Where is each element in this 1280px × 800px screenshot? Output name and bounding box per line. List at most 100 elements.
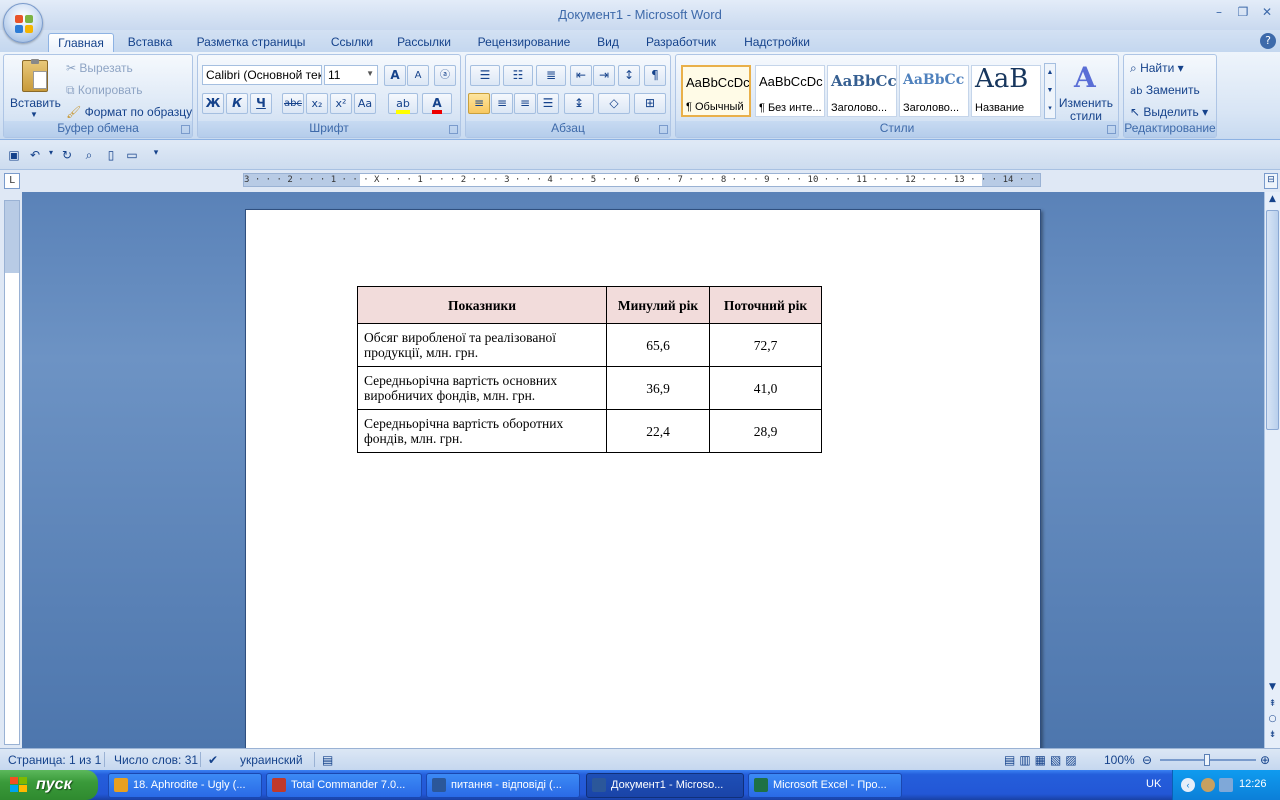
document-page[interactable]: Показники Минулий рік Поточний рік Обсяг… [245, 209, 1041, 748]
align-left-icon[interactable]: ≡ [468, 93, 490, 114]
zoom-slider-handle[interactable] [1204, 754, 1210, 766]
styles-scroll[interactable]: ▲ ▼ ▾ [1044, 63, 1056, 119]
style-heading-2[interactable]: AaBbCc Заголово... [899, 65, 969, 117]
show-marks-icon[interactable]: ¶ [644, 65, 666, 86]
font-color-button[interactable]: A [422, 93, 452, 114]
open-folder-icon[interactable]: ▭ [124, 148, 140, 164]
grow-font-button[interactable]: A [384, 65, 406, 86]
tab-view[interactable]: Вид [588, 33, 628, 52]
save-icon[interactable]: ▣ [6, 148, 22, 164]
tab-page-layout[interactable]: Разметка страницы [190, 33, 312, 52]
tray-app-icon[interactable] [1201, 778, 1215, 792]
help-icon[interactable]: ? [1260, 33, 1276, 49]
style-normal[interactable]: AaBbCcDc ¶ Обычный [681, 65, 751, 117]
tab-references[interactable]: Ссылки [322, 33, 382, 52]
scroll-up-icon[interactable]: ▲ [1265, 194, 1280, 208]
select-browse-object-icon[interactable]: ○ [1265, 714, 1280, 728]
font-dialog-launcher[interactable] [449, 125, 458, 134]
font-name-combobox[interactable]: Calibri (Основной текст) [202, 65, 322, 85]
data-table[interactable]: Показники Минулий рік Поточний рік Обсяг… [357, 286, 822, 453]
table-cell[interactable]: Середньорічна вартість оборотних фондів,… [357, 409, 607, 453]
redo-icon[interactable]: ↻ [59, 148, 75, 164]
borders-icon[interactable]: ⊞ [634, 93, 666, 114]
tab-mailings[interactable]: Рассылки [390, 33, 458, 52]
table-cell[interactable]: Обсяг виробленої та реалізованої продукц… [357, 323, 607, 367]
highlight-color-button[interactable]: ab [388, 93, 418, 114]
macro-record-icon[interactable]: ▤ [322, 753, 333, 767]
font-size-combobox[interactable]: 11 ▼ [324, 65, 378, 85]
view-buttons[interactable]: ▤▥▦▧▨ [1004, 753, 1081, 767]
close-button[interactable]: ✕ [1256, 5, 1278, 23]
taskbar-item-excel[interactable]: Microsoft Excel - Про... [748, 773, 902, 798]
bullets-icon[interactable]: ☰ [470, 65, 500, 86]
replace-button[interactable]: ab Заменить [1130, 83, 1200, 97]
style-title[interactable]: AaB Название [971, 65, 1041, 117]
shading-icon[interactable]: ◇ [598, 93, 630, 114]
zoom-in-icon[interactable]: ⊕ [1260, 753, 1270, 767]
undo-dropdown-icon[interactable]: ▾ [43, 148, 59, 164]
taskbar-item-document1[interactable]: Документ1 - Microso... [586, 773, 744, 798]
clock[interactable]: 12:26 [1239, 778, 1267, 790]
tab-addins[interactable]: Надстройки [734, 33, 820, 52]
table-header-cell[interactable]: Поточний рік [709, 286, 822, 324]
table-cell[interactable]: 28,9 [709, 409, 822, 453]
superscript-button[interactable]: x² [330, 93, 352, 114]
shrink-font-button[interactable]: A [407, 65, 429, 86]
horizontal-ruler[interactable]: 3 · · · 2 · · · 1 · · · X · · · 1 · · · … [243, 173, 1041, 187]
decrease-indent-icon[interactable]: ⇤ [570, 65, 592, 86]
vertical-ruler[interactable] [4, 200, 20, 745]
zoom-out-icon[interactable]: ⊖ [1142, 753, 1152, 767]
table-cell[interactable]: Середньорічна вартість основних виробнич… [357, 366, 607, 410]
numbering-icon[interactable]: ☷ [503, 65, 533, 86]
ruler-toggle-icon[interactable]: ⊟ [1264, 173, 1278, 189]
find-button[interactable]: ⌕ Найти ▾ [1130, 61, 1184, 76]
print-preview-icon[interactable]: ⌕ [81, 148, 97, 164]
vertical-scrollbar[interactable]: ▲ ▼ ⇞ ○ ⇟ [1264, 192, 1280, 748]
previous-page-icon[interactable]: ⇞ [1265, 699, 1280, 713]
subscript-button[interactable]: x₂ [306, 93, 328, 114]
table-cell[interactable]: 72,7 [709, 323, 822, 367]
tab-insert[interactable]: Вставка [120, 33, 180, 52]
taskbar-item-pytannya[interactable]: питання - відповіді (... [426, 773, 580, 798]
next-page-icon[interactable]: ⇟ [1265, 730, 1280, 744]
office-button[interactable] [3, 3, 43, 43]
multilevel-list-icon[interactable]: ≣ [536, 65, 566, 86]
sort-icon[interactable]: ↕ [618, 65, 640, 86]
table-cell[interactable]: 22,4 [606, 409, 710, 453]
clear-formatting-icon[interactable]: ⓐ [434, 65, 456, 86]
language-bar[interactable]: UK [1146, 778, 1161, 790]
start-button[interactable]: пуск [0, 770, 98, 800]
select-button[interactable]: ↖ Выделить ▾ [1130, 105, 1208, 119]
page-count[interactable]: Страница: 1 из 1 [8, 753, 101, 767]
tab-developer[interactable]: Разработчик [638, 33, 724, 52]
scroll-down-icon[interactable]: ▼ [1265, 682, 1280, 696]
word-count[interactable]: Число слов: 31 [114, 753, 198, 767]
table-cell[interactable]: 36,9 [606, 366, 710, 410]
increase-indent-icon[interactable]: ⇥ [593, 65, 615, 86]
align-center-icon[interactable]: ≡ [491, 93, 513, 114]
justify-icon[interactable]: ☰ [537, 93, 559, 114]
table-cell[interactable]: 41,0 [709, 366, 822, 410]
table-cell[interactable]: 65,6 [606, 323, 710, 367]
tab-home[interactable]: Главная [48, 33, 114, 52]
table-header-cell[interactable]: Показники [357, 286, 607, 324]
tab-review[interactable]: Рецензирование [470, 33, 578, 52]
taskbar-item-aphrodite[interactable]: 18. Aphrodite - Ugly (... [108, 773, 262, 798]
strikethrough-button[interactable]: abc [282, 93, 304, 114]
taskbar-item-total-commander[interactable]: Total Commander 7.0... [266, 773, 422, 798]
change-styles-button[interactable]: A Изменить стили [1058, 59, 1114, 123]
bold-button[interactable]: Ж [202, 93, 224, 114]
style-heading-1[interactable]: AaBbCc Заголово... [827, 65, 897, 117]
scrollbar-thumb[interactable] [1266, 210, 1279, 430]
tab-selector-icon[interactable]: L [4, 173, 20, 189]
italic-button[interactable]: К [226, 93, 248, 114]
clipboard-dialog-launcher[interactable] [181, 125, 190, 134]
cut-button[interactable]: ✂ Вырезать [66, 61, 133, 75]
underline-button[interactable]: Ч [250, 93, 272, 114]
styles-dialog-launcher[interactable] [1107, 125, 1116, 134]
table-header-cell[interactable]: Минулий рік [606, 286, 710, 324]
paste-button[interactable]: Вставить ▼ [10, 58, 61, 120]
minimize-button[interactable]: – [1208, 5, 1230, 23]
align-right-icon[interactable]: ≡ [514, 93, 536, 114]
change-case-button[interactable]: Aa [354, 93, 376, 114]
